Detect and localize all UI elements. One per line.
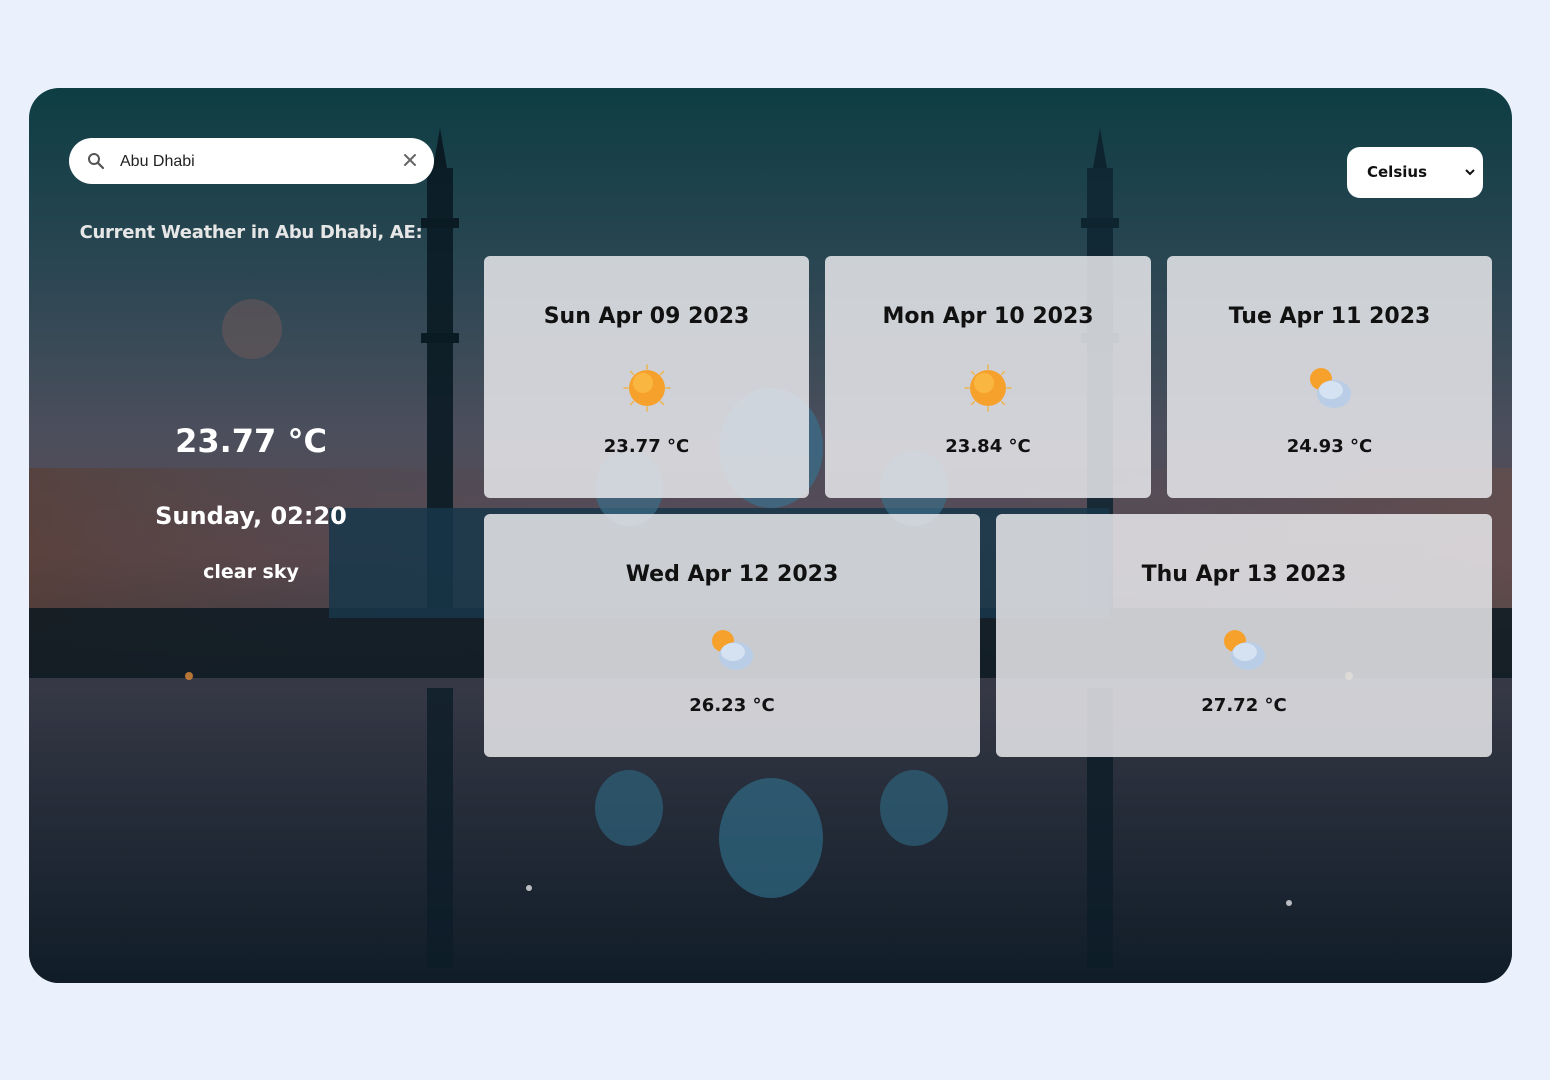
forecast-card: Tue Apr 11 2023 24.93 °C [1167, 256, 1492, 498]
forecast-temperature: 23.84 °C [945, 436, 1031, 457]
forecast-temperature: 24.93 °C [1286, 436, 1373, 457]
partly-cloudy-icon [1224, 630, 1265, 670]
forecast-card: Mon Apr 10 2023 23.84 °C [825, 256, 1151, 498]
close-icon[interactable] [400, 150, 420, 170]
partly-cloudy-icon [712, 630, 753, 670]
current-description: clear sky [203, 561, 299, 583]
partly-cloudy-icon [1309, 368, 1351, 408]
weather-app: Celsius Current Weather in Abu Dhabi, AE… [29, 88, 1512, 983]
unit-select-value: Celsius [1367, 163, 1427, 181]
forecast-date: Sun Apr 09 2023 [543, 304, 750, 329]
forecast-card: Sun Apr 09 2023 23.77 °C [484, 256, 809, 498]
search-input[interactable] [118, 146, 392, 178]
search-bar[interactable] [69, 138, 434, 184]
forecast-temperature: 23.77 °C [603, 436, 690, 457]
sun-icon [964, 364, 1012, 412]
current-day-time: Sunday, 02:20 [155, 502, 347, 530]
clear-sky-icon [222, 299, 282, 359]
current-temperature: 23.77 °C [175, 422, 327, 460]
forecast-temperature: 27.72 °C [1201, 695, 1287, 716]
forecast-date: Wed Apr 12 2023 [625, 562, 839, 587]
current-weather-heading: Current Weather in Abu Dhabi, AE: [79, 222, 423, 243]
chevron-down-icon [1465, 169, 1475, 176]
forecast-card: Wed Apr 12 2023 26.23 °C [484, 514, 980, 757]
forecast-temperature: 26.23 °C [689, 695, 775, 716]
search-icon [88, 153, 105, 170]
sun-icon [622, 364, 671, 412]
forecast-date: Thu Apr 13 2023 [1141, 562, 1347, 587]
forecast-card: Thu Apr 13 2023 27.72 °C [996, 514, 1492, 757]
forecast-date: Mon Apr 10 2023 [882, 304, 1094, 329]
unit-select[interactable]: Celsius [1347, 147, 1483, 198]
forecast-date: Tue Apr 11 2023 [1228, 304, 1431, 329]
